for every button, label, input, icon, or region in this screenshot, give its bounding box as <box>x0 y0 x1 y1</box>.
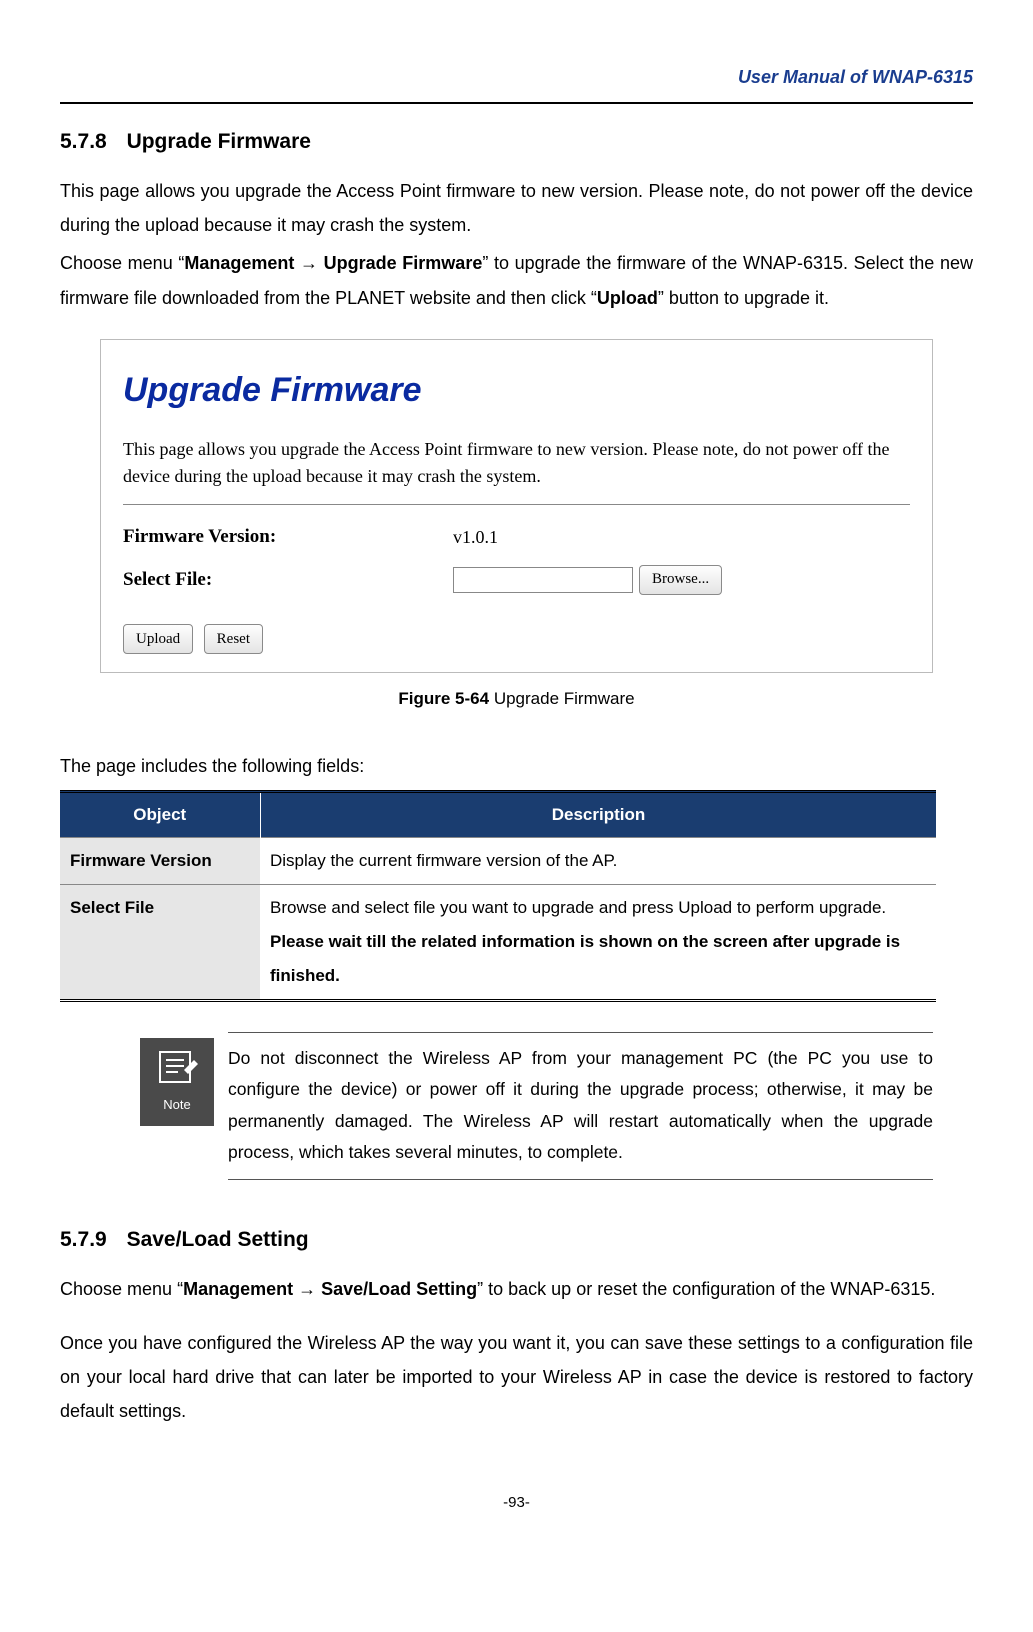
fields-intro: The page includes the following fields: <box>60 749 973 783</box>
figure-caption: Figure 5-64 Upgrade Firmware <box>60 683 973 715</box>
section-578-heading: 5.7.8 Upgrade Firmware <box>60 122 973 162</box>
td-desc: Display the current firmware version of … <box>260 837 936 884</box>
note-text: Do not disconnect the Wireless AP from y… <box>228 1032 933 1180</box>
select-file-label: Select File: <box>123 562 453 598</box>
note-icon: Note <box>140 1038 214 1126</box>
td-object: Firmware Version <box>60 837 260 884</box>
menu-post: ” button to upgrade it. <box>658 288 829 308</box>
note-label: Note <box>163 1093 190 1118</box>
embedded-screenshot: Upgrade Firmware This page allows you up… <box>100 339 933 673</box>
upload-button[interactable]: Upload <box>123 624 193 654</box>
td-desc: Browse and select file you want to upgra… <box>260 884 936 1000</box>
section-578-title: Upgrade Firmware <box>127 130 311 153</box>
td-object: Select File <box>60 884 260 1000</box>
note-block: Note Do not disconnect the Wireless AP f… <box>140 1032 933 1180</box>
td-desc-bold: Please wait till the related information… <box>270 932 900 985</box>
table-row: Select File Browse and select file you w… <box>60 884 936 1000</box>
section-579-para2: Once you have configured the Wireless AP… <box>60 1326 973 1429</box>
th-object: Object <box>60 791 260 837</box>
menu579-post: ” to back up or reset the configuration … <box>477 1279 935 1299</box>
shot-desc: This page allows you upgrade the Access … <box>123 436 910 490</box>
section-579-menu-line: Choose menu “Management → Save/Load Sett… <box>60 1272 973 1306</box>
shot-button-row: Upload Reset <box>123 620 910 655</box>
menu-bold: Management → Upgrade Firmware <box>184 253 482 273</box>
td-desc-text: Browse and select file you want to upgra… <box>270 898 886 917</box>
shot-title: Upgrade Firmware <box>123 358 910 423</box>
table-header-row: Object Description <box>60 791 936 837</box>
page-number: -93- <box>60 1489 973 1518</box>
menu-bold2: Upload <box>597 288 658 308</box>
section-578-number: 5.7.8 <box>60 130 107 153</box>
browse-button[interactable]: Browse... <box>639 565 722 595</box>
section-578-menu-line: Choose menu “Management → Upgrade Firmwa… <box>60 246 973 314</box>
shot-divider <box>123 504 910 505</box>
menu579-bold: Management → Save/Load Setting <box>183 1279 477 1299</box>
select-file-input[interactable] <box>453 567 633 593</box>
shot-row-selectfile: Select File: Browse... <box>123 562 910 598</box>
section-578-intro: This page allows you upgrade the Access … <box>60 174 973 242</box>
header-rule <box>60 102 973 104</box>
fields-table: Object Description Firmware Version Disp… <box>60 790 936 1002</box>
figure-text: Upgrade Firmware <box>489 689 635 708</box>
menu-pre: Choose menu “ <box>60 253 184 273</box>
menu579-pre: Choose menu “ <box>60 1279 183 1299</box>
shot-row-fwversion: Firmware Version: v1.0.1 <box>123 519 910 555</box>
doc-title: User Manual of WNAP-6315 <box>60 60 973 94</box>
section-579-heading: 5.7.9 Save/Load Setting <box>60 1220 973 1260</box>
figure-number: Figure 5-64 <box>398 689 489 708</box>
th-description: Description <box>260 791 936 837</box>
section-579-number: 5.7.9 <box>60 1228 107 1251</box>
section-579-title: Save/Load Setting <box>127 1228 309 1251</box>
table-row: Firmware Version Display the current fir… <box>60 837 936 884</box>
fw-version-value: v1.0.1 <box>453 520 498 554</box>
reset-button[interactable]: Reset <box>204 624 263 654</box>
fw-version-label: Firmware Version: <box>123 519 453 555</box>
